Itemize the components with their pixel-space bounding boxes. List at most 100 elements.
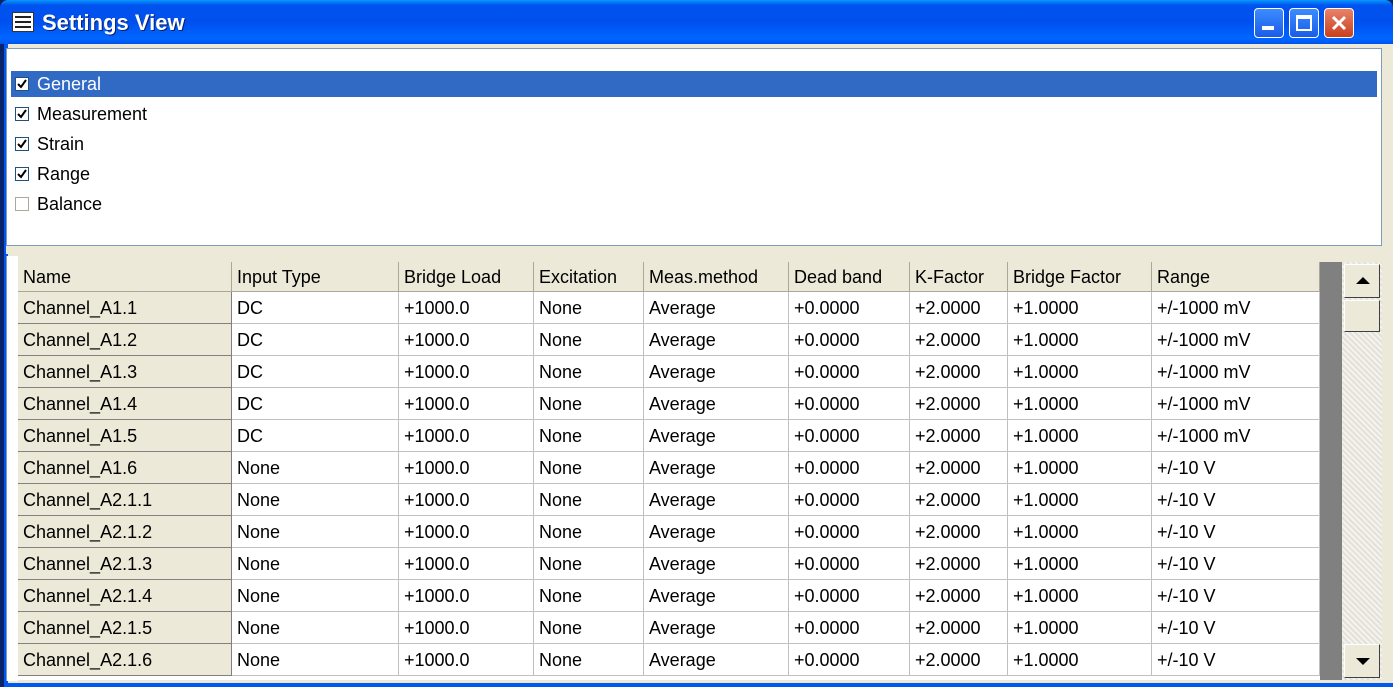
cell-meas-method[interactable]: Average xyxy=(644,324,789,356)
cell-dead-band[interactable]: +0.0000 xyxy=(789,484,910,516)
cell-dead-band[interactable]: +0.0000 xyxy=(789,516,910,548)
column-header-input-type[interactable]: Input Type xyxy=(232,262,399,292)
cell-excitation[interactable]: None xyxy=(534,324,644,356)
cell-input-type[interactable]: DC xyxy=(232,388,399,420)
cell-bridge-load[interactable]: +1000.0 xyxy=(399,324,534,356)
title-bar[interactable]: Settings View xyxy=(0,0,1393,44)
cell-range[interactable]: +/-10 V xyxy=(1152,452,1320,484)
settings-tree[interactable]: General Measurement Strain Range Balance xyxy=(6,48,1382,246)
cell-meas-method[interactable]: Average xyxy=(644,484,789,516)
cell-range[interactable]: +/-10 V xyxy=(1152,548,1320,580)
cell-bridge-factor[interactable]: +1.0000 xyxy=(1008,324,1152,356)
cell-k-factor[interactable]: +2.0000 xyxy=(910,548,1008,580)
cell-bridge-factor[interactable]: +1.0000 xyxy=(1008,612,1152,644)
cell-bridge-factor[interactable]: +1.0000 xyxy=(1008,644,1152,676)
cell-bridge-load[interactable]: +1000.0 xyxy=(399,580,534,612)
scroll-down-button[interactable] xyxy=(1344,644,1380,678)
cell-input-type[interactable]: None xyxy=(232,516,399,548)
cell-bridge-factor[interactable]: +1.0000 xyxy=(1008,484,1152,516)
cell-k-factor[interactable]: +2.0000 xyxy=(910,388,1008,420)
cell-range[interactable]: +/-1000 mV xyxy=(1152,356,1320,388)
cell-dead-band[interactable]: +0.0000 xyxy=(789,356,910,388)
checkbox[interactable] xyxy=(15,197,29,211)
cell-bridge-load[interactable]: +1000.0 xyxy=(399,388,534,420)
cell-meas-method[interactable]: Average xyxy=(644,292,789,324)
cell-input-type[interactable]: None xyxy=(232,484,399,516)
cell-bridge-factor[interactable]: +1.0000 xyxy=(1008,420,1152,452)
tree-item-balance[interactable]: Balance xyxy=(11,191,1377,217)
cell-dead-band[interactable]: +0.0000 xyxy=(789,612,910,644)
tree-item-range[interactable]: Range xyxy=(11,161,1377,187)
row-header-name[interactable]: Channel_A2.1.1 xyxy=(18,484,232,516)
splitter[interactable] xyxy=(6,246,1382,254)
cell-excitation[interactable]: None xyxy=(534,292,644,324)
cell-excitation[interactable]: None xyxy=(534,356,644,388)
row-header-name[interactable]: Channel_A2.1.3 xyxy=(18,548,232,580)
checkbox[interactable] xyxy=(15,167,29,181)
cell-dead-band[interactable]: +0.0000 xyxy=(789,420,910,452)
column-header-dead-band[interactable]: Dead band xyxy=(789,262,910,292)
row-header-name[interactable]: Channel_A1.2 xyxy=(18,324,232,356)
cell-input-type[interactable]: None xyxy=(232,612,399,644)
cell-range[interactable]: +/-1000 mV xyxy=(1152,292,1320,324)
cell-input-type[interactable]: DC xyxy=(232,356,399,388)
cell-k-factor[interactable]: +2.0000 xyxy=(910,292,1008,324)
cell-range[interactable]: +/-1000 mV xyxy=(1152,420,1320,452)
cell-bridge-load[interactable]: +1000.0 xyxy=(399,644,534,676)
cell-dead-band[interactable]: +0.0000 xyxy=(789,324,910,356)
cell-k-factor[interactable]: +2.0000 xyxy=(910,612,1008,644)
row-header-name[interactable]: Channel_A1.5 xyxy=(18,420,232,452)
row-header-name[interactable]: Channel_A2.1.5 xyxy=(18,612,232,644)
cell-bridge-load[interactable]: +1000.0 xyxy=(399,420,534,452)
row-header-name[interactable]: Channel_A1.4 xyxy=(18,388,232,420)
column-header-range[interactable]: Range xyxy=(1152,262,1320,292)
cell-excitation[interactable]: None xyxy=(534,484,644,516)
cell-bridge-load[interactable]: +1000.0 xyxy=(399,292,534,324)
cell-excitation[interactable]: None xyxy=(534,612,644,644)
column-header-k-factor[interactable]: K-Factor xyxy=(910,262,1008,292)
cell-range[interactable]: +/-10 V xyxy=(1152,580,1320,612)
cell-excitation[interactable]: None xyxy=(534,452,644,484)
cell-dead-band[interactable]: +0.0000 xyxy=(789,548,910,580)
column-header-meas-method[interactable]: Meas.method xyxy=(644,262,789,292)
cell-meas-method[interactable]: Average xyxy=(644,356,789,388)
checkbox[interactable] xyxy=(15,137,29,151)
cell-k-factor[interactable]: +2.0000 xyxy=(910,356,1008,388)
cell-range[interactable]: +/-10 V xyxy=(1152,484,1320,516)
cell-meas-method[interactable]: Average xyxy=(644,644,789,676)
cell-excitation[interactable]: None xyxy=(534,516,644,548)
cell-k-factor[interactable]: +2.0000 xyxy=(910,580,1008,612)
scroll-thumb[interactable] xyxy=(1344,300,1380,332)
cell-bridge-load[interactable]: +1000.0 xyxy=(399,356,534,388)
cell-dead-band[interactable]: +0.0000 xyxy=(789,292,910,324)
cell-meas-method[interactable]: Average xyxy=(644,612,789,644)
cell-range[interactable]: +/-10 V xyxy=(1152,612,1320,644)
cell-bridge-load[interactable]: +1000.0 xyxy=(399,548,534,580)
column-header-bridge-load[interactable]: Bridge Load xyxy=(399,262,534,292)
cell-input-type[interactable]: DC xyxy=(232,420,399,452)
cell-bridge-load[interactable]: +1000.0 xyxy=(399,516,534,548)
cell-bridge-factor[interactable]: +1.0000 xyxy=(1008,452,1152,484)
column-header-bridge-factor[interactable]: Bridge Factor xyxy=(1008,262,1152,292)
cell-excitation[interactable]: None xyxy=(534,388,644,420)
cell-excitation[interactable]: None xyxy=(534,580,644,612)
channel-table[interactable]: Name Input Type Bridge Load Excitation Meas.… xyxy=(18,262,1320,680)
cell-meas-method[interactable]: Average xyxy=(644,580,789,612)
cell-excitation[interactable]: None xyxy=(534,548,644,580)
cell-input-type[interactable]: None xyxy=(232,580,399,612)
cell-range[interactable]: +/-1000 mV xyxy=(1152,388,1320,420)
row-header-name[interactable]: Channel_A1.3 xyxy=(18,356,232,388)
tree-item-strain[interactable]: Strain xyxy=(11,131,1377,157)
cell-meas-method[interactable]: Average xyxy=(644,516,789,548)
cell-k-factor[interactable]: +2.0000 xyxy=(910,516,1008,548)
cell-bridge-load[interactable]: +1000.0 xyxy=(399,612,534,644)
cell-bridge-factor[interactable]: +1.0000 xyxy=(1008,292,1152,324)
cell-k-factor[interactable]: +2.0000 xyxy=(910,324,1008,356)
cell-dead-band[interactable]: +0.0000 xyxy=(789,452,910,484)
row-header-name[interactable]: Channel_A2.1.2 xyxy=(18,516,232,548)
cell-input-type[interactable]: DC xyxy=(232,292,399,324)
cell-input-type[interactable]: None xyxy=(232,548,399,580)
cell-meas-method[interactable]: Average xyxy=(644,388,789,420)
cell-input-type[interactable]: None xyxy=(232,644,399,676)
cell-dead-band[interactable]: +0.0000 xyxy=(789,580,910,612)
